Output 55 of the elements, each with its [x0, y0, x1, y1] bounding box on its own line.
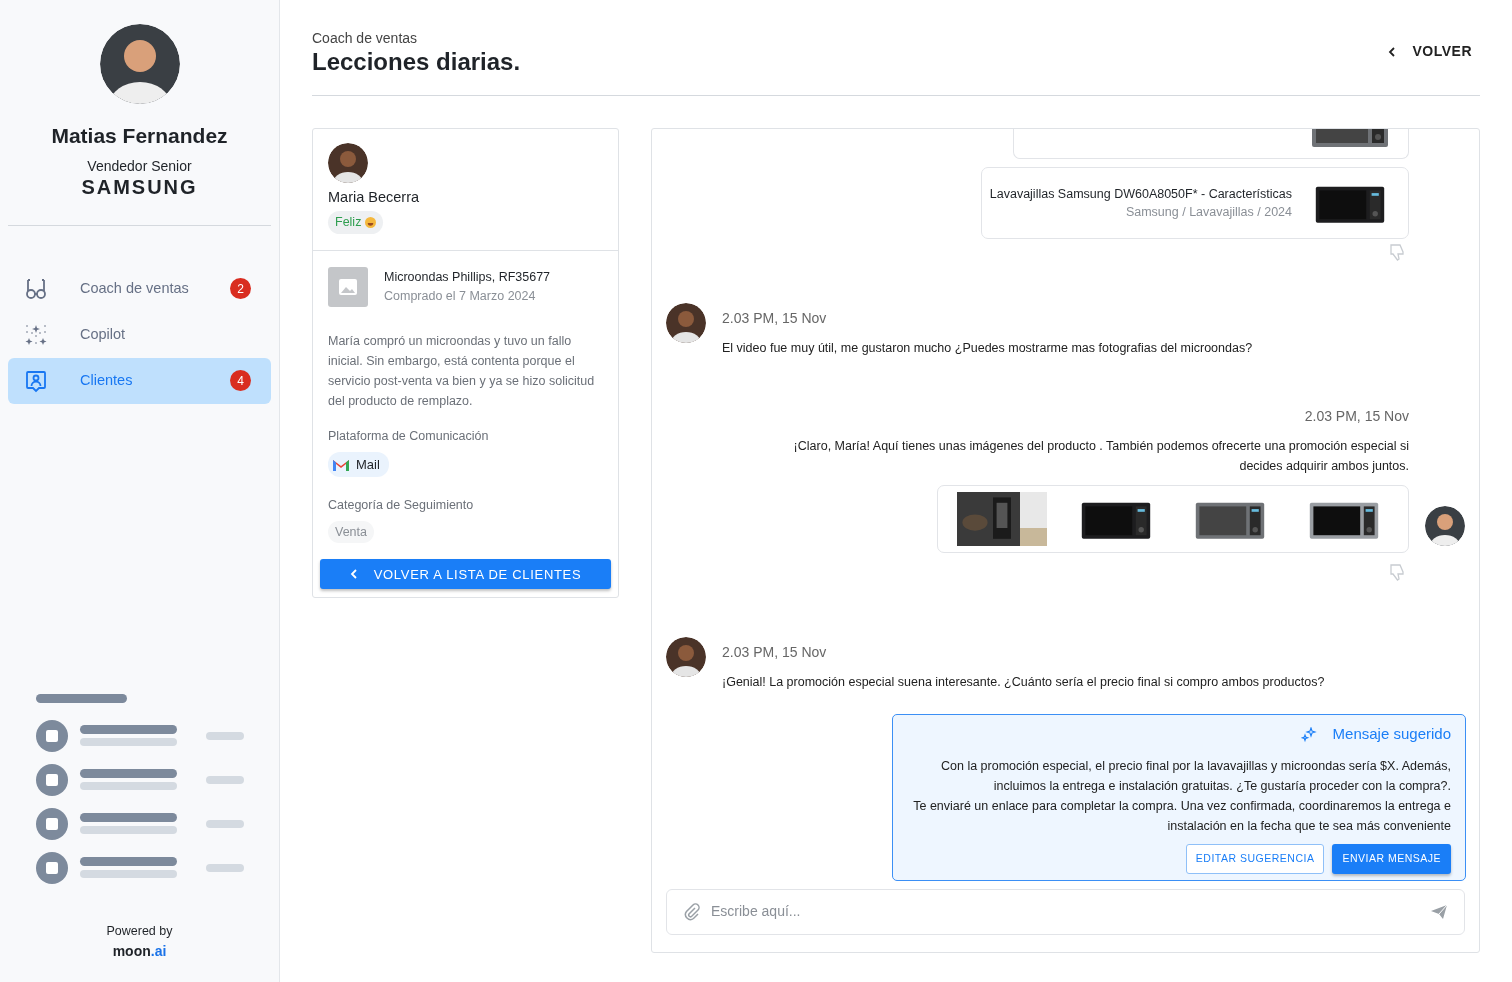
message-text: ¡Claro, María! Aquí tienes unas imágenes del producto . También podemos ofrecerte una promoción especial si decides adquirir ambos juntos. [792, 438, 1409, 476]
product-name: Microondas Phillips, RF35677 [384, 269, 551, 287]
sparkles-icon [1300, 726, 1317, 743]
thumbs-down-icon [1389, 243, 1405, 262]
category-chip: Venta [328, 520, 374, 544]
customer-avatar [666, 303, 706, 344]
message-time: 2.03 PM, 15 Nov [722, 643, 828, 663]
user-role: Vendedor Senior [87, 156, 192, 176]
field-label: Categoría de Seguimiento [328, 496, 475, 514]
send-message-button[interactable]: ENVIAR MENSAJE [1332, 843, 1451, 874]
back-button[interactable]: VOLVER [1388, 37, 1472, 67]
chevron-left-icon [349, 569, 358, 580]
contact-card-icon [24, 368, 48, 393]
page-subtitle: Coach de ventas [312, 29, 419, 48]
glasses-icon [24, 276, 48, 301]
customer-name: Maria Becerra [328, 188, 421, 208]
agent-avatar [1425, 506, 1465, 547]
page-title: Lecciones diarias. [312, 49, 521, 76]
mail-icon [332, 457, 350, 471]
customer-avatar [666, 637, 706, 678]
nav-item[interactable]: Coach de ventas 2 [8, 265, 271, 312]
suggestion-title: Mensaje sugerido [1332, 724, 1451, 745]
nav-item[interactable]: Clientes 4 [8, 357, 271, 404]
customer-avatar [328, 143, 368, 184]
brand-logo: moon.ai [111, 942, 168, 961]
thumbs-down-icon [1389, 563, 1405, 582]
company-logo: SAMSUNG [81, 176, 198, 197]
message-text: ¡Genial! La promoción especial suena interesante. ¿Cuánto sería el precio final si compro ambos productos? [722, 674, 1325, 692]
count-badge: 4 [230, 370, 251, 391]
smiley-icon [365, 217, 377, 228]
link-title: Lavavajillas Samsung DW60A8050F* - Características [989, 185, 1292, 203]
chevron-left-icon [1388, 46, 1397, 57]
edit-suggestion-button[interactable]: EDITAR SUGERENCIA [1185, 843, 1325, 874]
image-placeholder-icon [328, 266, 368, 307]
message-time: 2.03 PM, 15 Nov [1304, 407, 1409, 427]
mood-badge: Feliz [328, 211, 384, 234]
paperclip-icon [683, 902, 701, 921]
nav-item[interactable]: Copilot [8, 311, 271, 358]
field-label: Plataforma de Comunicación [328, 427, 490, 445]
send-icon [1430, 903, 1448, 920]
message-text: El video fue muy útil, me gustaron mucho ¿Puedes mostrarme mas fotografias del microondas? [722, 340, 1253, 358]
message-time: 2.03 PM, 15 Nov [722, 309, 828, 329]
suggestion-text: Con la promoción especial, el precio final por la lavavajillas y microondas sería $X. Además, incluimos la entrega e instalación gratuitas. ¿Te gustaría proceder con la compra?. Te enviaré un enlace para completar la compra. Una vez confirmada, coordinaremos la entrega e instalación en la fecha que te sea más conveniente [912, 757, 1451, 835]
customer-summary: María compró un microondas y tuvo un fallo inicial. Sin embargo, está contenta porque el servicio post-venta va bien y ya se hizo solicitud del producto de remplazo. [328, 332, 596, 410]
link-card[interactable]: Lavavajillas Samsung DW60A8050F* - Características Samsung / Lavavajillas / 2024 [980, 167, 1409, 240]
powered-by-text: Powered by [105, 923, 174, 941]
back-to-list-button[interactable]: VOLVER A LISTA DE CLIENTES [320, 559, 611, 590]
sparkles-icon [24, 322, 48, 347]
message-field[interactable]: Escribe aquí... [666, 888, 1465, 935]
link-meta: Samsung / Lavavajillas / 2024 [1124, 204, 1292, 222]
count-badge: 2 [230, 278, 251, 299]
message-input[interactable]: Escribe aquí... [709, 900, 1422, 924]
platform-chip: Mail [328, 451, 389, 478]
user-name: Matias Fernandez [51, 123, 228, 149]
purchase-date: Comprado el 7 Marzo 2024 [384, 287, 537, 305]
